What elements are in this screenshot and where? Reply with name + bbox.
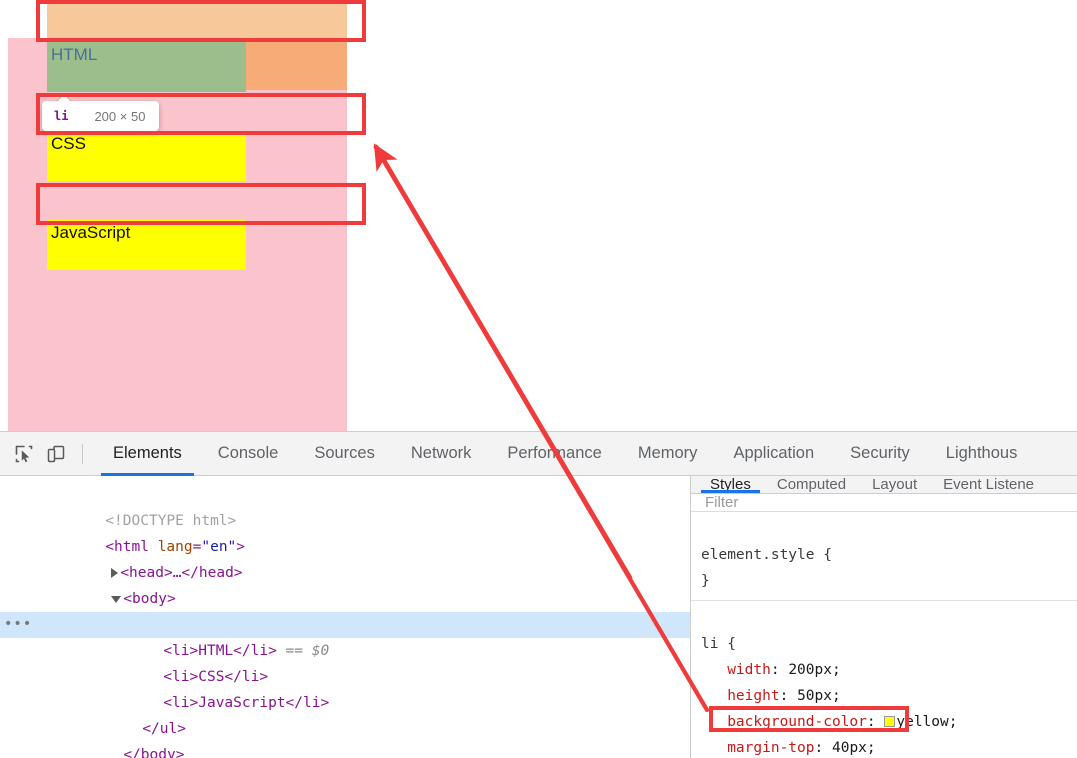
dom-row-body[interactable]: <body> (0, 560, 690, 607)
dom-row-html-open[interactable]: <html lang="en"> (0, 508, 690, 555)
tab-label: Elements (113, 444, 182, 462)
list-item-html[interactable]: HTML (47, 42, 246, 92)
styles-filter-input[interactable] (705, 494, 1040, 511)
list-item-label: HTML (51, 45, 98, 64)
tab-label: Layout (872, 476, 918, 493)
device-toolbar-icon[interactable] (40, 438, 72, 470)
devtools-tab-strip: Elements Console Sources Network Perform… (95, 432, 1035, 476)
tab-event-listeners[interactable]: Event Listene (930, 476, 1047, 493)
css-property-height[interactable]: height (727, 688, 779, 704)
list-item-css[interactable]: CSS (47, 131, 246, 181)
tab-label: Styles (710, 476, 751, 493)
annotation-rect-margin-above-javascript (36, 183, 366, 225)
tab-network[interactable]: Network (393, 432, 490, 476)
dom-tree[interactable]: <!DOCTYPE html> <html lang="en"> <head>…… (0, 476, 690, 758)
tab-label: Security (850, 444, 910, 462)
css-property-margin-top[interactable]: margin-top (727, 740, 814, 756)
annotation-rect-margin-above-css (36, 93, 366, 135)
devtools-toolbar: Elements Console Sources Network Perform… (0, 432, 1077, 476)
tab-sources[interactable]: Sources (296, 432, 393, 476)
annotation-rect-margin-above-ul (36, 0, 366, 42)
list-item-label: JavaScript (51, 223, 131, 242)
tab-performance[interactable]: Performance (489, 432, 619, 476)
tab-computed[interactable]: Computed (764, 476, 859, 493)
css-selector: li { (701, 636, 736, 652)
tab-label: Performance (507, 444, 602, 462)
css-property-width[interactable]: width (727, 662, 771, 678)
tab-memory[interactable]: Memory (620, 432, 716, 476)
screenshot-root: HTML CSS JavaScript li 200 × 50 Elements… (0, 0, 1077, 758)
dom-row-head[interactable]: <head>…</head> (0, 534, 690, 581)
css-value-height[interactable]: 50px; (797, 688, 841, 704)
tab-label: Network (410, 444, 472, 462)
dom-row-ul[interactable]: <ul> (0, 586, 690, 633)
toolbar-divider (82, 443, 83, 464)
tab-label: Lighthous (945, 444, 1018, 462)
tab-label: Event Listene (943, 476, 1035, 493)
tab-application[interactable]: Application (715, 432, 832, 476)
css-value-width[interactable]: 200px; (788, 662, 840, 678)
list-item-javascript[interactable]: JavaScript (47, 220, 246, 270)
css-rule-li[interactable]: li { width: 200px; height: 50px; backgro… (691, 600, 1077, 758)
dom-row-doctype[interactable]: <!DOCTYPE html> (0, 482, 690, 529)
dom-row-li-css[interactable]: <li>CSS</li> (0, 638, 690, 685)
node-overflow-dots[interactable]: ••• (4, 611, 32, 637)
tab-layout[interactable]: Layout (859, 476, 930, 493)
dom-row-li-html[interactable]: ••• <li>HTML</li> == $0 (0, 611, 690, 659)
css-selector: element.style { (701, 547, 832, 563)
devtools-panel: Elements Console Sources Network Perform… (0, 431, 1077, 758)
css-rule-element-style[interactable]: element.style { } (691, 512, 1077, 600)
tab-elements[interactable]: Elements (95, 432, 200, 476)
dom-row-ul-close[interactable]: </ul> (0, 690, 690, 737)
tab-lighthouse[interactable]: Lighthous (928, 432, 1036, 476)
dom-row-li-js[interactable]: <li>JavaScript</li> (0, 664, 690, 711)
tab-console[interactable]: Console (200, 432, 297, 476)
styles-filter-bar[interactable] (691, 494, 1077, 512)
dom-row-body-close[interactable]: </body> (0, 716, 690, 758)
dom-row-html-close[interactable]: </html> (0, 742, 690, 758)
tab-label: Console (217, 444, 279, 462)
css-rule-close: } (701, 573, 710, 589)
list-item-label: CSS (51, 134, 86, 153)
tab-label: Computed (776, 476, 847, 493)
annotation-rect-margin-top-declaration (709, 706, 909, 732)
tab-styles[interactable]: Styles (697, 476, 764, 493)
devtools-body: <!DOCTYPE html> <html lang="en"> <head>…… (0, 476, 1077, 758)
browser-viewport: HTML CSS JavaScript li 200 × 50 (0, 0, 1077, 431)
tab-security[interactable]: Security (832, 432, 928, 476)
tab-label: Sources (314, 444, 375, 462)
tab-label: Application (733, 444, 815, 462)
css-value-margin-top[interactable]: 40px; (832, 740, 876, 756)
tab-label: Memory (637, 444, 698, 462)
styles-tab-strip: Styles Computed Layout Event Listene (691, 476, 1077, 494)
inspect-element-icon[interactable] (8, 438, 40, 470)
